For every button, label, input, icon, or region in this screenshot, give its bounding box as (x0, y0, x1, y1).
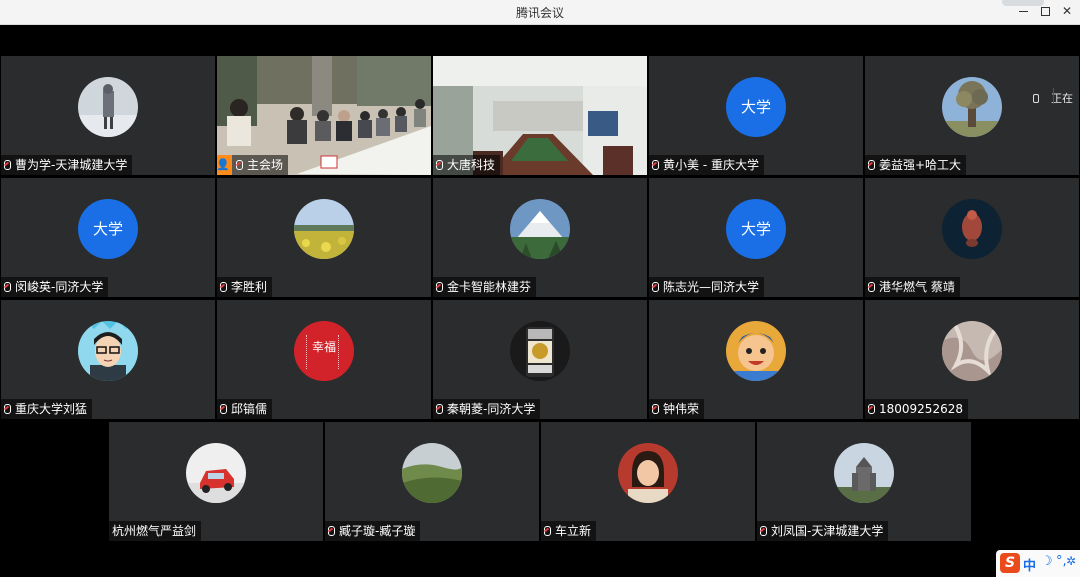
host-icon: 👤 (217, 155, 232, 175)
participant-name: 邱镐儒 (217, 399, 273, 419)
participant-name: 李胜利 (217, 277, 273, 297)
photo-fish-icon (942, 199, 1002, 259)
participant-name: 金卡智能林建芬 (433, 277, 537, 297)
minimize-icon (1018, 11, 1028, 12)
muted-mic-icon (436, 282, 443, 292)
photo-mountain-icon (510, 199, 570, 259)
cartoon-man-icon (78, 321, 138, 381)
restore-button[interactable] (1035, 2, 1055, 20)
participant-name: 臧子璇-臧子璇 (325, 521, 421, 541)
photo-can-icon (510, 321, 570, 381)
participant-name: 闵峻英-同济大学 (1, 277, 109, 297)
sogou-logo-icon: S (1000, 553, 1020, 573)
participant-tile[interactable]: 大学 闵峻英-同济大学 (1, 178, 215, 297)
text-avatar: 大学 (726, 77, 786, 137)
participant-tile[interactable]: 大唐科技 (433, 56, 647, 175)
muted-mic-icon (4, 282, 11, 292)
photo-woman-icon (618, 443, 678, 503)
participant-tile[interactable]: 曹为学-天津城建大学 (1, 56, 215, 175)
muted-mic-icon (760, 526, 767, 536)
photo-winter-figure-icon (78, 77, 138, 137)
restore-icon (1040, 7, 1050, 16)
close-icon: ✕ (1061, 4, 1073, 18)
participant-name: 秦朝菱-同济大学 (433, 399, 541, 419)
muted-mic-icon (220, 282, 227, 292)
photo-castle-icon (834, 443, 894, 503)
participant-tile[interactable]: 钟伟荣 (649, 300, 863, 419)
participant-tile[interactable]: 重庆大学刘猛 (1, 300, 215, 419)
photo-fabric-icon (942, 321, 1002, 381)
participant-name: 陈志光—同济大学 (649, 277, 765, 297)
muted-mic-icon (436, 404, 443, 414)
muted-mic-icon (868, 160, 875, 170)
participant-tile[interactable]: 李胜利 (217, 178, 431, 297)
text-avatar: 大学 (78, 199, 138, 259)
participant-tile[interactable]: 大学 黄小美 - 重庆大学 (649, 56, 863, 175)
participant-tile[interactable]: 刘凤国-天津城建大学 (757, 422, 971, 541)
participant-name: 港华燃气 蔡靖 (865, 277, 960, 297)
muted-mic-icon (868, 282, 875, 292)
minimize-button[interactable] (1013, 2, 1033, 20)
participant-name: 曹为学-天津城建大学 (1, 155, 133, 175)
participant-tile[interactable]: 👤 主会场 (217, 56, 431, 175)
participant-name: 大唐科技 (433, 155, 501, 175)
muted-mic-icon (868, 404, 875, 414)
participant-name: 刘凤国-天津城建大学 (757, 521, 889, 541)
participant-tile[interactable]: 18009252628 (865, 300, 1079, 419)
participant-name: 车立新 (541, 521, 597, 541)
participant-tile[interactable]: 臧子璇-臧子璇 (325, 422, 539, 541)
participant-name: 重庆大学刘猛 (1, 399, 93, 419)
participant-name: 👤 主会场 (217, 155, 289, 175)
muted-mic-icon (652, 282, 659, 292)
window-title: 腾讯会议 (515, 6, 564, 20)
participant-tile[interactable]: 幸福 邱镐儒 (217, 300, 431, 419)
participant-tile[interactable]: 港华燃气 蔡靖 (865, 178, 1079, 297)
participant-name: 姜益强+哈工大 (865, 155, 967, 175)
participant-name: 钟伟荣 (649, 399, 705, 419)
muted-mic-icon (220, 404, 227, 414)
ime-mode-toggle[interactable]: 中 (1023, 555, 1036, 574)
muted-mic-icon (4, 160, 11, 170)
close-button[interactable]: ✕ (1057, 2, 1077, 20)
text-avatar: 大学 (726, 199, 786, 259)
title-bar: 腾讯会议 ✕ (0, 0, 1080, 25)
settings-icon[interactable]: ✲ (1066, 554, 1076, 568)
muted-mic-icon (4, 404, 11, 414)
photo-tree-icon (942, 77, 1002, 137)
participant-name: 黄小美 - 重庆大学 (649, 155, 764, 175)
mic-icon (436, 160, 443, 170)
half-width-icon[interactable]: ☽ (1041, 554, 1053, 569)
mic-icon (236, 160, 243, 170)
red-calligraphy-icon: 幸福 (294, 321, 354, 381)
participant-name: 杭州燃气严益剑 (109, 521, 202, 541)
photo-flower-field-icon (294, 199, 354, 259)
photo-landscape-icon (402, 443, 462, 503)
divider (1053, 88, 1054, 104)
red-car-icon (186, 443, 246, 503)
participant-tile[interactable]: 秦朝菱-同济大学 (433, 300, 647, 419)
participant-tile[interactable]: 杭州燃气严益剑 (109, 422, 323, 541)
muted-mic-icon (652, 160, 659, 170)
muted-mic-icon (544, 526, 551, 536)
participant-name: 18009252628 (865, 399, 968, 419)
avatar-caption: 幸福 (311, 340, 336, 354)
cartoon-character-icon (726, 321, 786, 381)
mic-icon (1033, 94, 1039, 103)
participant-tile[interactable]: 大学 陈志光—同济大学 (649, 178, 863, 297)
participant-tile[interactable]: 金卡智能林建芬 (433, 178, 647, 297)
participant-tile[interactable]: 姜益强+哈工大 (865, 56, 1079, 175)
muted-mic-icon (328, 526, 335, 536)
ime-toolbar[interactable]: S 中 ☽ °, ✲ (996, 550, 1080, 577)
muted-mic-icon (652, 404, 659, 414)
participant-tile[interactable]: 车立新 (541, 422, 755, 541)
